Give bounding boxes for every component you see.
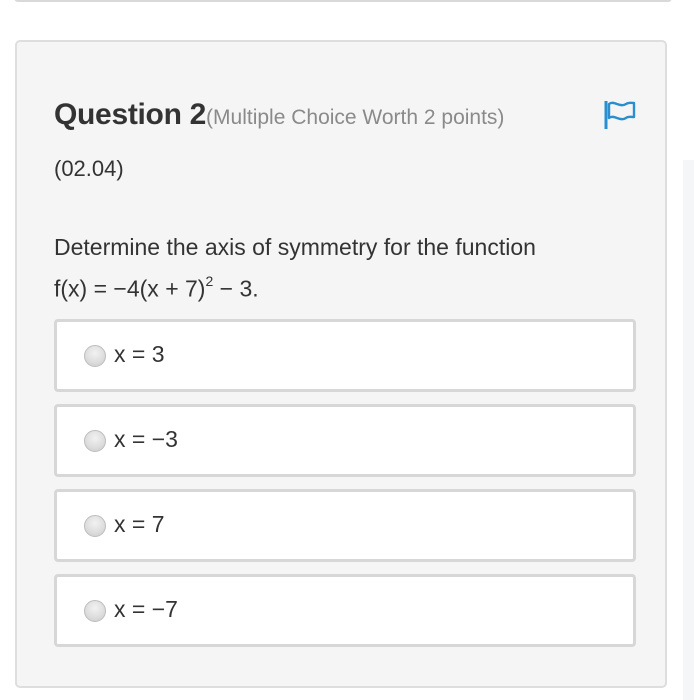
question-card: Question 2(Multiple Choice Worth 2 point… [15, 40, 667, 688]
question-title: Question 2 [54, 98, 207, 131]
radio-button[interactable] [84, 600, 106, 622]
answer-label: x = −3 [114, 426, 178, 452]
question-header: Question 2(Multiple Choice Worth 2 point… [54, 98, 504, 132]
answer-label: x = 3 [114, 341, 165, 367]
prompt-function-tail: − 3. [213, 275, 259, 302]
flag-icon [602, 98, 638, 132]
radio-button[interactable] [84, 515, 106, 537]
question-prompt: Determine the axis of symmetry for the f… [54, 229, 634, 307]
question-code: (02.04) [54, 156, 124, 181]
prompt-function: f(x) = −4(x + 7) [54, 275, 206, 302]
answer-option-1[interactable]: x = 3 [54, 319, 636, 392]
prompt-exponent: 2 [205, 273, 214, 289]
radio-button[interactable] [84, 430, 106, 452]
answer-label: x = −7 [114, 596, 178, 622]
prompt-line-1: Determine the axis of symmetry for the f… [54, 234, 536, 260]
radio-button[interactable] [84, 345, 106, 367]
prompt-line-2: f(x) = −4(x + 7)2 − 3. [54, 265, 634, 307]
answer-option-3[interactable]: x = 7 [54, 489, 636, 562]
flag-question-button[interactable] [602, 98, 638, 132]
answer-option-4[interactable]: x = −7 [54, 574, 636, 647]
side-panel-edge [683, 160, 694, 700]
answer-option-2[interactable]: x = −3 [54, 404, 636, 477]
answer-label: x = 7 [114, 511, 165, 537]
previous-question-card [14, 0, 672, 2]
question-meta: (Multiple Choice Worth 2 points) [206, 106, 505, 129]
